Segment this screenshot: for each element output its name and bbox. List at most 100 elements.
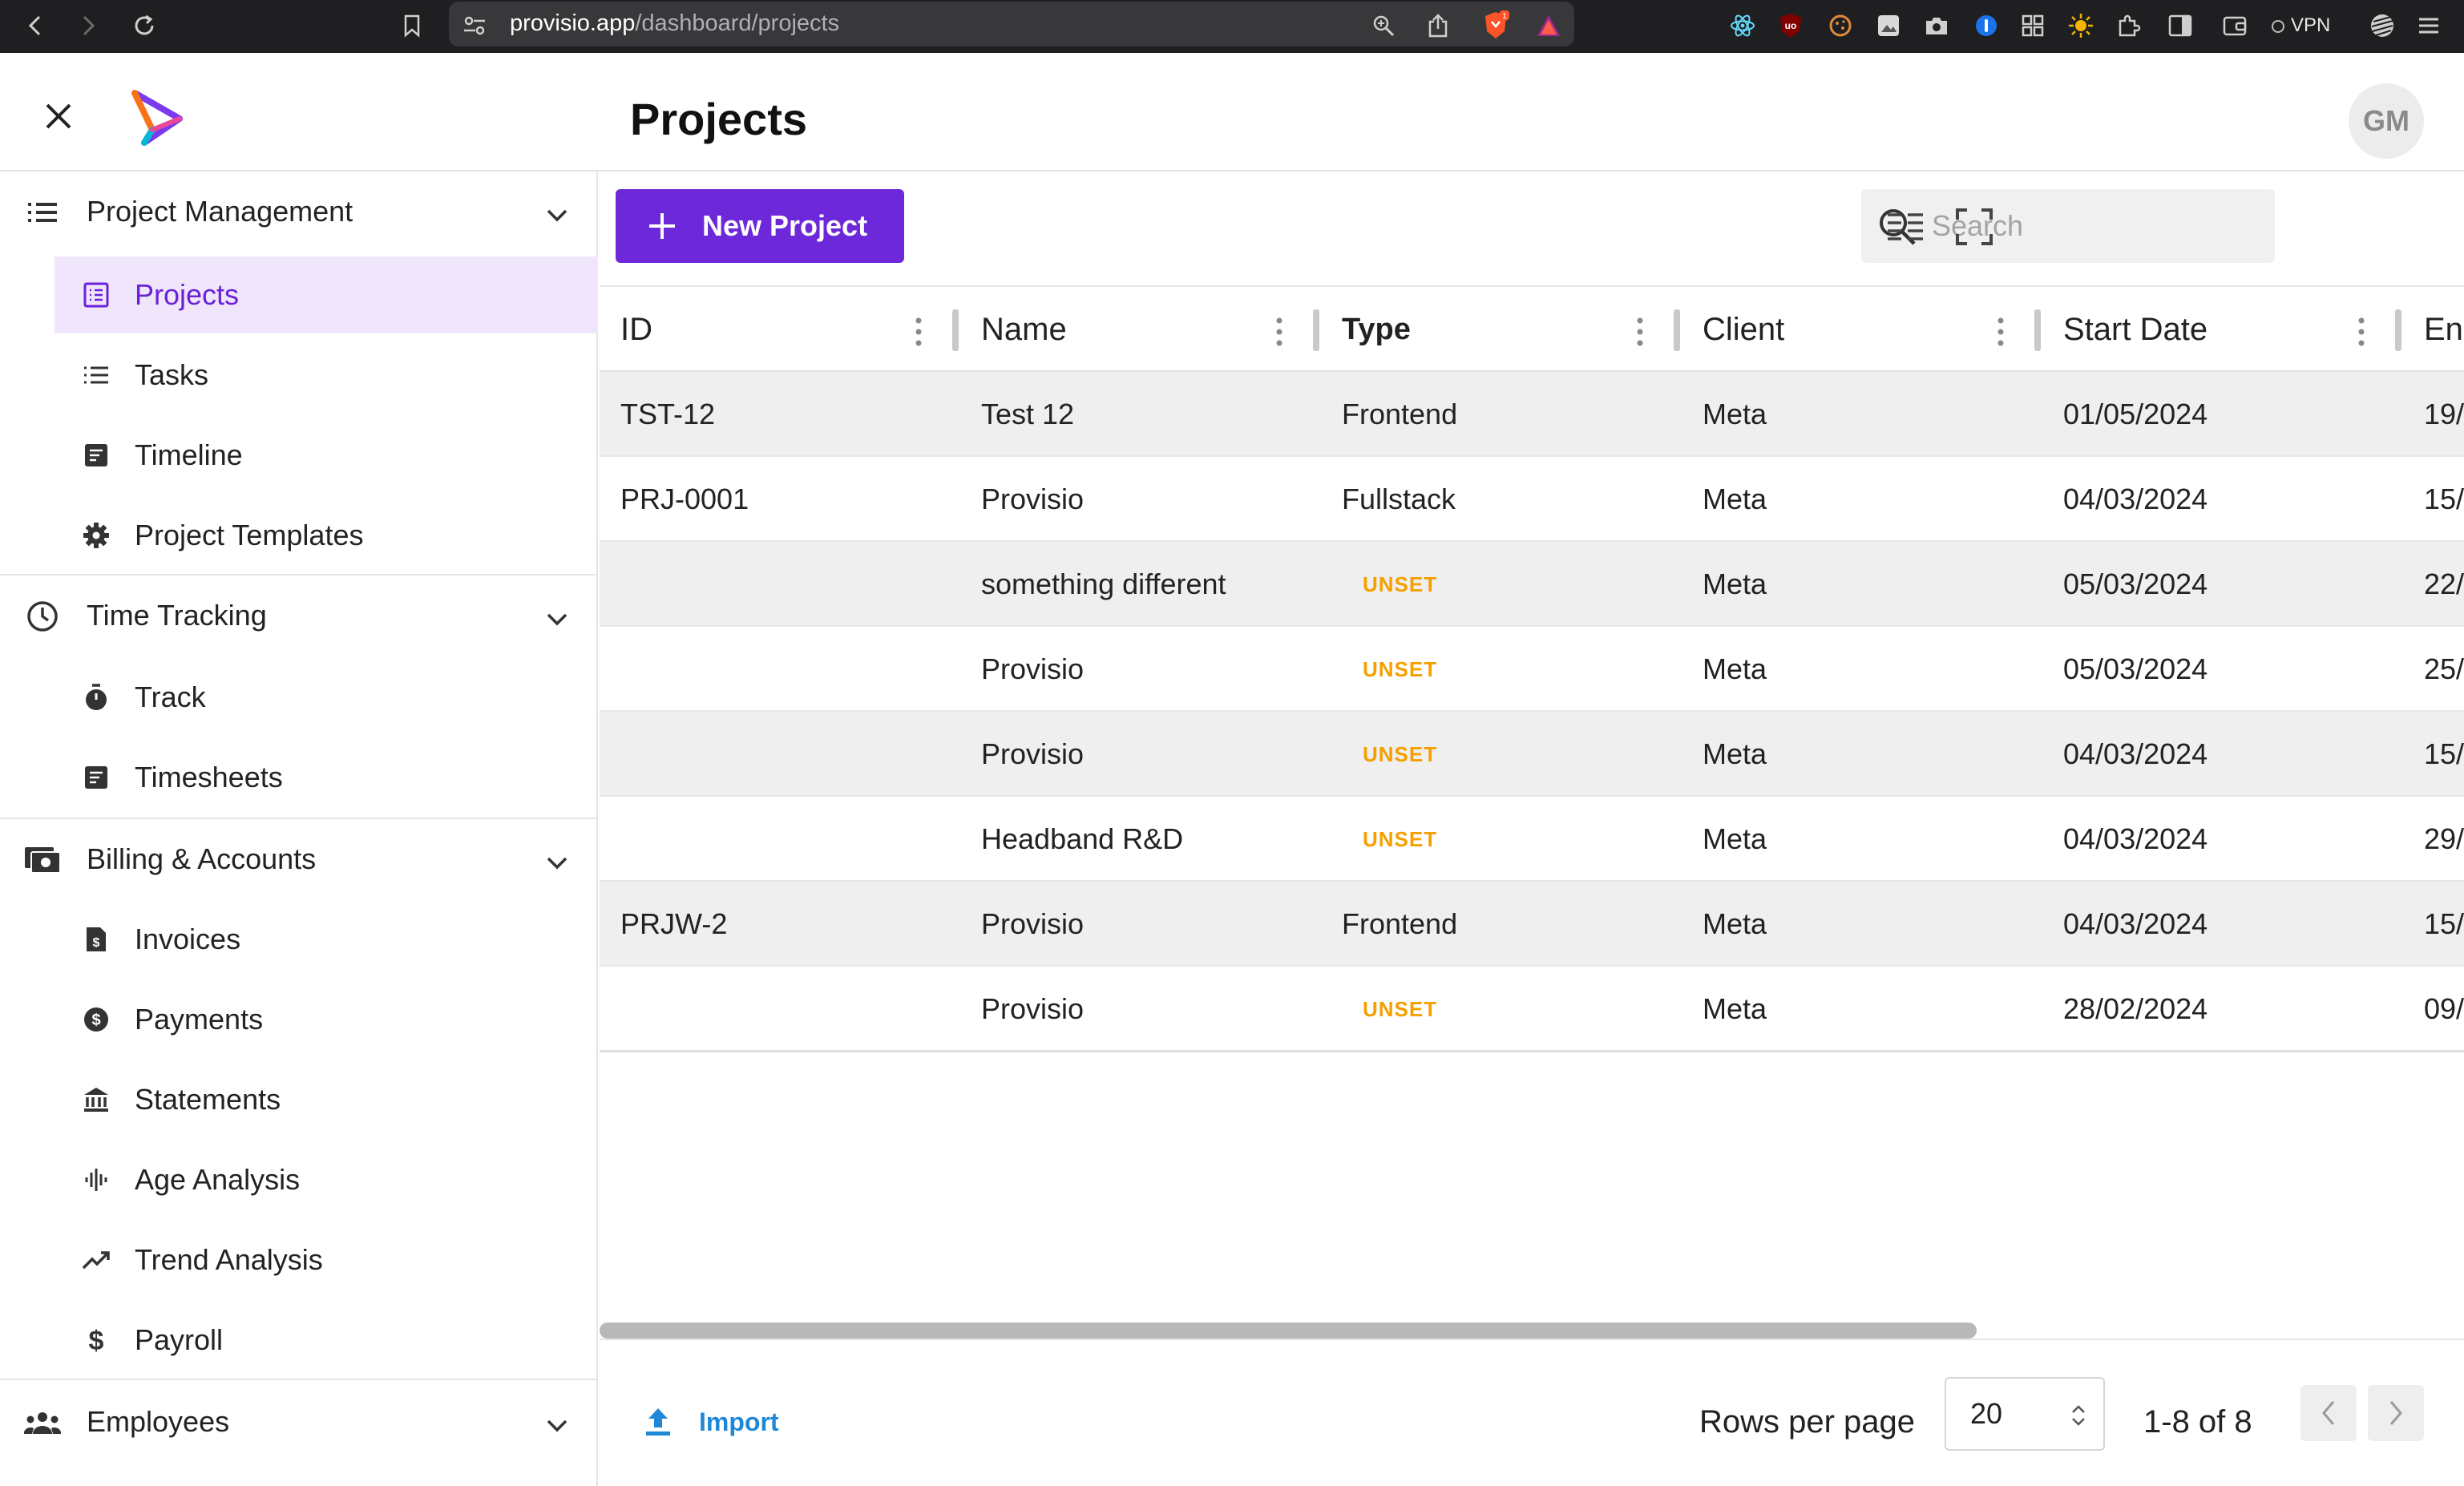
vpn-button[interactable]: VPN [2272,8,2330,43]
url-text[interactable]: provisio.app/dashboard/projects [510,5,839,42]
wallet-icon[interactable] [2216,6,2254,45]
sidebar-item-label: Statements [135,1083,281,1116]
user-avatar[interactable]: GM [2349,83,2424,159]
sidebar-item-payments[interactable]: $ Payments [55,981,598,1058]
sidebar-item-invoices[interactable]: $ Invoices [55,901,598,978]
close-sidebar-button[interactable] [32,90,85,143]
table-row[interactable]: TST-12 Test 12 Frontend Meta 01/05/2024 … [600,372,2464,457]
sidebar-item-statements[interactable]: Statements [55,1061,598,1138]
cookie-icon[interactable] [1821,6,1860,45]
table-row[interactable]: PRJ-0001 Provisio Fullstack Meta 04/03/2… [600,457,2464,542]
sidebar-item-label: Invoices [135,923,241,955]
fullscreen-icon [1956,208,1993,245]
column-menu-icon[interactable] [1993,316,2009,348]
cell-type: Frontend [1342,398,1458,430]
chevron-down-icon[interactable] [537,1406,577,1446]
table-row[interactable]: something different UNSET Meta 05/03/202… [600,542,2464,627]
table-row[interactable]: PRJW-2 Provisio Frontend Meta 04/03/2024… [600,882,2464,967]
grid-extension-icon[interactable] [2014,6,2052,45]
bookmark-icon[interactable] [393,6,431,45]
cell-start-date: 04/03/2024 [2063,907,2208,940]
sidebar-item-payroll[interactable]: $ Payroll [55,1302,598,1379]
stopwatch-icon [79,680,114,715]
section-billing-accounts[interactable]: Billing & Accounts [0,819,596,899]
invoice-icon: $ [79,922,114,957]
previous-page-button[interactable] [2300,1385,2357,1441]
import-button[interactable]: Import [641,1390,779,1454]
sidebar-item-tasks[interactable]: Tasks [55,337,598,414]
column-header-end-date[interactable]: End [2403,287,2464,372]
column-resize-handle[interactable] [2034,309,2041,351]
column-resize-handle[interactable] [952,309,959,351]
column-resize-handle[interactable] [1313,309,1319,351]
back-icon[interactable] [16,6,55,45]
forward-icon[interactable] [69,6,107,45]
column-resize-handle[interactable] [1674,309,1680,351]
table-row[interactable]: Headband R&D UNSET Meta 04/03/2024 29/ [600,797,2464,882]
sidebar-item-track[interactable]: Track [55,659,598,736]
sidebar-item-age-analysis[interactable]: Age Analysis [55,1141,598,1218]
fullscreen-button[interactable] [1951,204,1997,250]
password-manager-icon[interactable] [1967,6,2006,45]
camera-icon[interactable] [1917,6,1956,45]
ublock-icon[interactable]: uo [1771,6,1810,45]
share-icon[interactable] [1419,6,1457,45]
clock-icon [22,596,63,636]
stripes-extension-icon[interactable] [2363,6,2401,45]
horizontal-scrollbar[interactable] [600,1322,1977,1339]
column-menu-icon[interactable] [2353,316,2369,348]
columns-toggle-button[interactable] [1882,204,1929,250]
rows-per-page-select[interactable]: 20 [1945,1377,2105,1451]
react-devtools-icon[interactable] [1723,6,1762,45]
cell-client: Meta [1703,652,1767,685]
column-header-type[interactable]: Type [1321,287,1682,372]
column-menu-icon[interactable] [1632,316,1648,348]
section-project-management[interactable]: Project Management [0,172,596,252]
column-header-client[interactable]: Client [1682,287,2042,372]
cell-name: Test 12 [981,398,1075,430]
sun-extension-icon[interactable] [2062,6,2100,45]
upload-icon [646,1408,670,1436]
cell-start-date: 05/03/2024 [2063,652,2208,685]
zoom-icon[interactable] [1364,6,1403,45]
table-row[interactable]: Provisio UNSET Meta 05/03/2024 25/ [600,627,2464,712]
column-menu-icon[interactable] [1271,316,1287,348]
cell-start-date: 04/03/2024 [2063,737,2208,770]
cell-id: PRJ-0001 [620,483,749,515]
extensions-puzzle-icon[interactable] [2110,6,2148,45]
app-logo[interactable] [120,85,189,154]
reload-icon[interactable] [125,6,164,45]
image-extension-icon[interactable] [1869,6,1908,45]
table-row[interactable]: Provisio UNSET Meta 04/03/2024 15/ [600,712,2464,797]
column-header-id[interactable]: ID [600,287,960,372]
chevron-down-icon[interactable] [537,600,577,640]
chevron-down-icon[interactable] [537,196,577,236]
sidebar-item-projects[interactable]: Projects [55,256,598,333]
column-label: Type [1342,312,1411,346]
unset-badge: UNSET [1363,742,1438,766]
new-project-button[interactable]: New Project [616,189,904,263]
sidebar-item-timesheets[interactable]: Timesheets [55,739,598,816]
column-header-start-date[interactable]: Start Date [2042,287,2403,372]
table-row[interactable]: Provisio UNSET Meta 28/02/2024 09/ [600,967,2464,1052]
column-menu-icon[interactable] [911,316,927,348]
sidebar-toggle-icon[interactable] [2161,6,2199,45]
sidebar-item-label: Payments [135,1003,264,1036]
sidebar-item-timeline[interactable]: Timeline [55,417,598,494]
brave-rewards-icon[interactable] [1529,6,1568,45]
next-page-button[interactable] [2368,1385,2424,1441]
menu-icon[interactable] [2409,6,2448,45]
section-time-tracking[interactable]: Time Tracking [0,575,596,656]
url-path: /dashboard/projects [635,10,840,36]
section-employees[interactable]: Employees [0,1382,596,1462]
sidebar-item-trend-analysis[interactable]: Trend Analysis [55,1222,598,1298]
chevron-down-icon[interactable] [537,843,577,883]
projects-icon [79,277,114,313]
column-resize-handle[interactable] [2395,309,2401,351]
unset-badge: UNSET [1363,997,1438,1021]
site-settings-icon[interactable] [455,6,494,45]
sidebar-item-project-templates[interactable]: Project Templates [55,497,598,574]
page-title: Projects [630,94,807,144]
brave-shield-icon[interactable]: 1 [1476,6,1515,45]
column-header-name[interactable]: Name [960,287,1321,372]
